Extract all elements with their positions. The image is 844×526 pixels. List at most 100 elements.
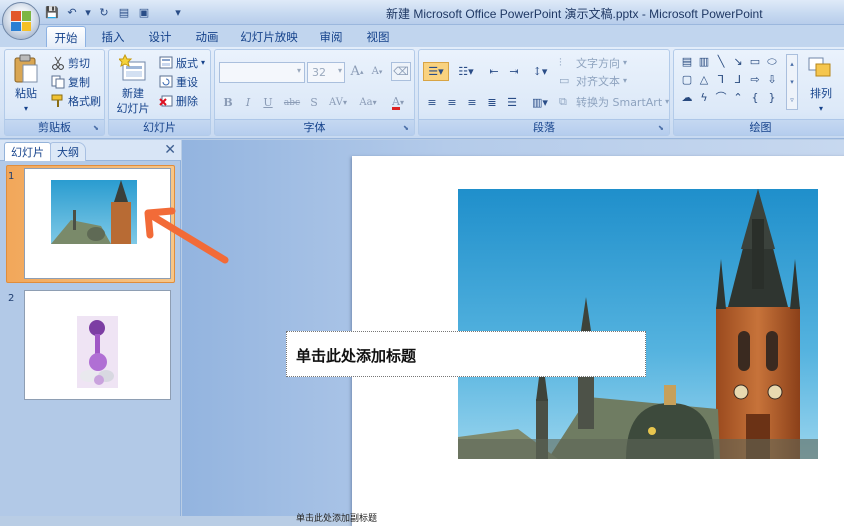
reset-button[interactable]: 重设 <box>159 73 198 90</box>
distribute-icon[interactable]: ☰ <box>503 93 521 112</box>
line-spacing-icon[interactable]: ↕▾ <box>527 62 553 81</box>
strikethrough-button[interactable]: abc <box>281 93 303 112</box>
align-text-button[interactable]: ▭ 对齐文本 ▾ <box>559 72 627 89</box>
shrink-font-button[interactable]: A ▾ <box>368 62 386 81</box>
convert-smartart-label: 转换为 SmartArt <box>576 95 663 109</box>
elbow-arrow-shape-icon[interactable]: ⅃ <box>731 74 745 86</box>
layout-icon <box>159 56 173 70</box>
tab-view[interactable]: 视图 <box>361 26 395 47</box>
rounded-rect-shape-icon[interactable]: ▢ <box>680 74 694 86</box>
paste-button[interactable]: 粘贴 ▾ <box>11 54 41 116</box>
layout-button[interactable]: 版式 ▾ <box>159 54 205 71</box>
format-painter-button[interactable]: 格式刷 <box>51 92 101 109</box>
customize-qat-icon[interactable]: ▾ <box>170 4 186 20</box>
group-paragraph: ☰▾ ☷▾ ⇤ ⇥ ↕▾ ⫶ 文字方向 ▾ ▭ 对齐文本 ▾ ⧉ 转换为 SmartArt… <box>418 49 670 136</box>
copy-label: 复制 <box>68 75 90 89</box>
font-name-combo[interactable]: ▾ <box>219 62 305 83</box>
grow-font-button[interactable]: A ▴ <box>348 62 366 81</box>
window-title: 新建 Microsoft Office PowerPoint 演示文稿.pptx… <box>386 7 763 21</box>
layout-icon[interactable]: ▤ <box>116 4 132 20</box>
align-right-icon[interactable]: ≡ <box>463 93 481 112</box>
arrow-line-shape-icon[interactable]: ↘ <box>731 56 745 68</box>
char-spacing-button[interactable]: AV ▾ <box>325 93 351 112</box>
new-slide-button[interactable]: 新建 幻灯片 <box>113 53 153 116</box>
ribbon: 粘贴 ▾ 剪切 复制 格式刷 剪贴板 ⬊ 新建 幻灯片 版式 ▾ 重设 删除 幻… <box>0 47 844 139</box>
clear-format-icon[interactable]: ⌫ <box>391 62 411 81</box>
arrange-button[interactable]: 排列 ▾ <box>804 54 838 116</box>
reset-icon <box>159 75 173 89</box>
numbering-icon[interactable]: ☷▾ <box>452 62 480 81</box>
slides-group-label: 幻灯片 <box>109 119 210 135</box>
left-brace-shape-icon[interactable]: { <box>748 92 762 104</box>
undo-dropdown-icon[interactable]: ▾ <box>84 4 92 20</box>
increase-indent-icon[interactable]: ⇥ <box>505 62 523 81</box>
paragraph-launcher-icon[interactable]: ⬊ <box>658 124 667 133</box>
tab-home[interactable]: 开始 <box>46 26 86 47</box>
copy-button[interactable]: 复制 <box>51 73 90 90</box>
group-slides: 新建 幻灯片 版式 ▾ 重设 删除 幻灯片 <box>108 49 211 136</box>
text-direction-button[interactable]: ⫶ 文字方向 ▾ <box>559 54 627 71</box>
tab-insert[interactable]: 插入 <box>96 26 130 47</box>
tab-review[interactable]: 审阅 <box>314 26 348 47</box>
vertical-textbox-shape-icon[interactable]: ▥ <box>697 56 711 68</box>
align-center-icon[interactable]: ≡ <box>443 93 461 112</box>
office-button[interactable] <box>2 2 40 40</box>
annotation-arrow-icon <box>144 207 229 264</box>
decrease-indent-icon[interactable]: ⇤ <box>485 62 503 81</box>
italic-button[interactable]: I <box>240 93 256 112</box>
church-photo[interactable] <box>458 189 818 459</box>
font-size-combo[interactable]: 32 ▾ <box>307 62 345 83</box>
cut-button[interactable]: 剪切 <box>51 54 90 71</box>
shapes-gallery[interactable]: ▤ ▥ ╲ ↘ ▭ ⬭ ▢ △ ⅂ ⅃ ⇨ ⇩ ☁ ϟ ⌒ ⌃ { } <box>678 54 798 114</box>
rectangle-shape-icon[interactable]: ▭ <box>748 56 762 68</box>
new-slide-icon <box>117 53 147 84</box>
bullets-icon[interactable]: ☰▾ <box>423 62 449 81</box>
arc-shape-icon[interactable]: ⌒ <box>714 92 728 104</box>
lightning-shape-icon[interactable]: ϟ <box>697 92 711 104</box>
close-icon[interactable]: ✕ <box>164 142 176 158</box>
slide-thumbnail-2[interactable] <box>24 290 171 400</box>
redo-icon[interactable]: ↻ <box>96 4 112 20</box>
slide-editor <box>182 140 844 526</box>
tab-design[interactable]: 设计 <box>143 26 177 47</box>
tab-animation[interactable]: 动画 <box>190 26 224 47</box>
smartart-icon: ⧉ <box>559 94 567 108</box>
curve-shape-icon[interactable]: ⌃ <box>731 92 745 104</box>
cloud-shape-icon[interactable]: ☁ <box>680 92 694 104</box>
clipboard-launcher-icon[interactable]: ⬊ <box>93 124 102 133</box>
new-slide-label-1: 新建 <box>122 87 144 100</box>
save-icon[interactable]: 💾 <box>44 4 60 20</box>
down-arrow-shape-icon[interactable]: ⇩ <box>765 74 779 86</box>
bold-button[interactable]: B <box>220 93 236 112</box>
shadow-button[interactable]: S <box>306 93 322 112</box>
font-color-button[interactable]: A ▾ <box>385 93 411 112</box>
undo-icon[interactable]: ↶ <box>64 4 80 20</box>
elbow-connector-shape-icon[interactable]: ⅂ <box>714 74 728 86</box>
change-case-button[interactable]: Aa ▾ <box>355 93 381 112</box>
oval-shape-icon[interactable]: ⬭ <box>765 56 779 68</box>
underline-button[interactable]: U <box>260 93 276 112</box>
align-text-icon: ▭ <box>559 73 570 87</box>
right-brace-shape-icon[interactable]: } <box>765 92 779 104</box>
align-left-icon[interactable]: ≡ <box>423 93 441 112</box>
tab-outline[interactable]: 大纲 <box>50 142 86 161</box>
triangle-shape-icon[interactable]: △ <box>697 74 711 86</box>
reset-label: 重设 <box>176 75 198 89</box>
convert-smartart-button[interactable]: ⧉ 转换为 SmartArt ▾ <box>559 93 669 110</box>
new-slide-qat-icon[interactable]: ▣ <box>136 4 152 20</box>
line-shape-icon[interactable]: ╲ <box>714 56 728 68</box>
subtitle-placeholder-text: 单击此处添加副标题 <box>296 514 378 524</box>
font-group-label: 字体 <box>215 119 414 135</box>
delete-button[interactable]: 删除 <box>159 92 198 109</box>
textbox-shape-icon[interactable]: ▤ <box>680 56 694 68</box>
gallery-scroll[interactable]: ▴ ▾ ▿ <box>786 54 798 110</box>
font-launcher-icon[interactable]: ⬊ <box>403 124 412 133</box>
title-placeholder-text: 单击此处添加标题 <box>296 347 417 365</box>
justify-icon[interactable]: ≣ <box>483 93 501 112</box>
title-placeholder[interactable]: 单击此处添加标题 <box>286 331 646 377</box>
delete-icon <box>159 94 173 108</box>
right-arrow-shape-icon[interactable]: ⇨ <box>748 74 762 86</box>
columns-icon[interactable]: ▥▾ <box>527 93 553 112</box>
tab-slideshow[interactable]: 幻灯片放映 <box>236 26 302 47</box>
tab-slides[interactable]: 幻灯片 <box>4 142 51 161</box>
